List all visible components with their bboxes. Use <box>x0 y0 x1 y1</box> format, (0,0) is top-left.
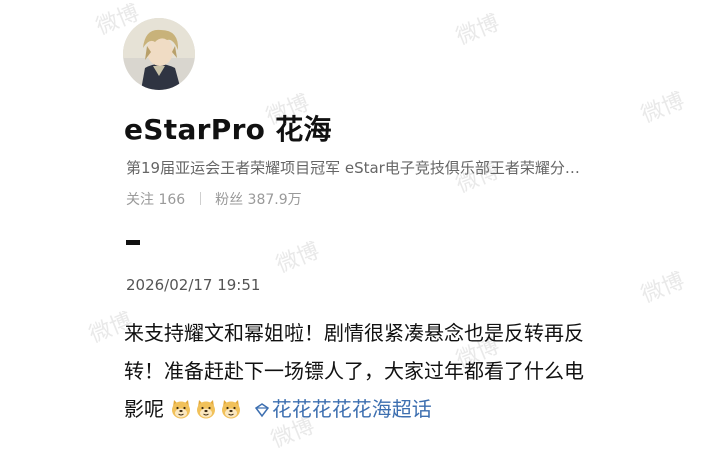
stats-divider <box>199 192 201 205</box>
avatar-image <box>123 18 195 90</box>
profile-name[interactable]: eStarPro 花海 <box>124 108 332 148</box>
topic-link-label: 花花花花花海超话 <box>271 397 432 421</box>
avatar[interactable] <box>123 18 195 90</box>
profile-bio: 第19届亚运会王者荣耀项目冠军 eStar电子竞技俱乐部王者荣耀分… <box>126 159 580 177</box>
watermark: 微博 <box>272 238 324 279</box>
doge-emoji <box>172 400 191 419</box>
post-timestamp: 2026/02/17 19:51 <box>126 276 261 294</box>
topic-link[interactable]: 花花花花花海超话 <box>252 397 432 421</box>
fans-label: 粉丝 <box>215 192 244 208</box>
doge-emoji <box>197 400 216 419</box>
follow-label: 关注 <box>126 192 154 208</box>
follow-count[interactable]: 166 <box>158 192 185 208</box>
emoji-group <box>170 397 245 421</box>
fans-count[interactable]: 387.9万 <box>248 192 302 208</box>
profile-stats: 关注 166 粉丝 387.9万 <box>126 189 302 209</box>
watermark: 微博 <box>637 268 689 309</box>
post-body: 来支持耀文和幂姐啦！剧情很紧凑悬念也是反转再反转！准备赶赴下一场镖人了，大家过年… <box>124 314 594 428</box>
section-divider <box>126 240 140 245</box>
super-topic-icon <box>254 403 269 418</box>
watermark: 微博 <box>452 10 504 51</box>
doge-emoji <box>222 400 241 419</box>
watermark: 微博 <box>637 88 689 129</box>
